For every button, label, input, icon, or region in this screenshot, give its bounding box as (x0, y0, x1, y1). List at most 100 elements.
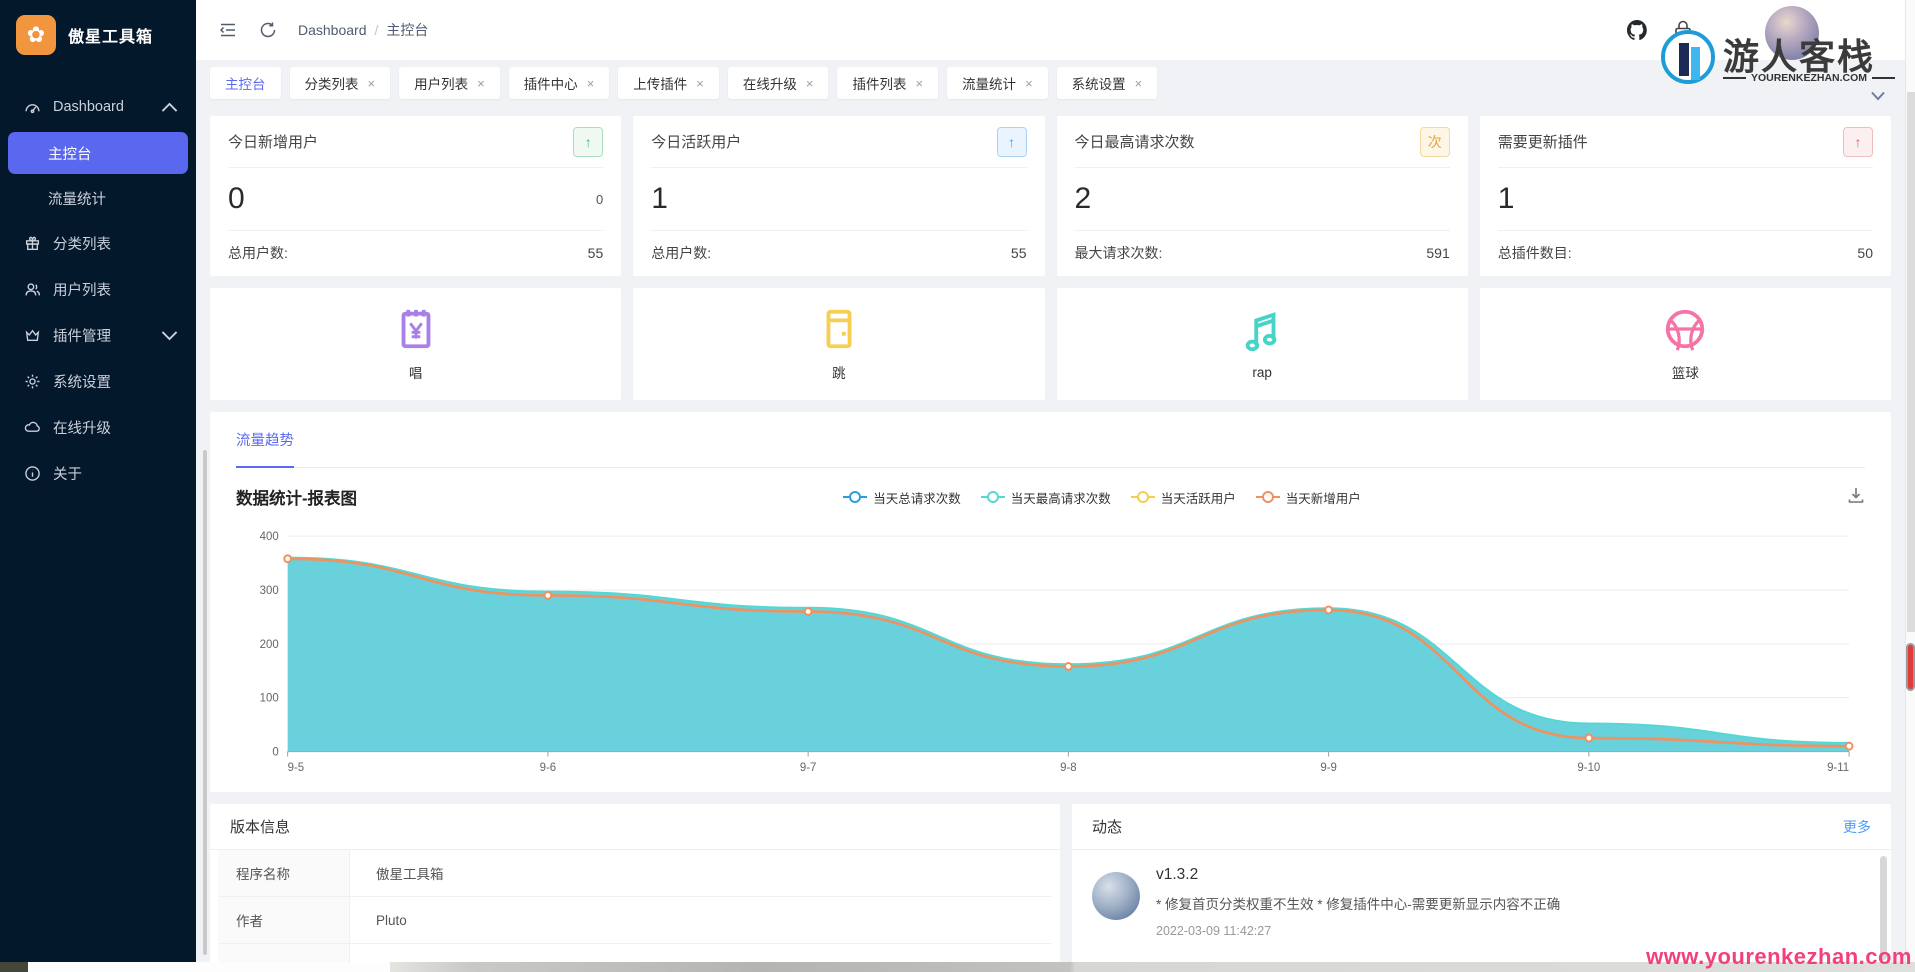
up-arrow-badge: ↑ (573, 126, 604, 157)
svg-text:100: 100 (260, 693, 279, 705)
tab-upload-plugin[interactable]: 上传插件 × (618, 67, 719, 99)
close-tab-icon[interactable]: × (477, 76, 485, 91)
music-note-icon (1245, 311, 1277, 351)
legend-new-users[interactable]: 当天新增用户 (1255, 488, 1361, 507)
up-arrow-badge: ↑ (1843, 126, 1873, 157)
legend-active-users[interactable]: 当天活跃用户 (1130, 488, 1236, 507)
breadcrumb-root[interactable]: Dashboard (298, 22, 367, 38)
chevron-up-icon (161, 102, 178, 112)
close-tab-icon[interactable]: × (696, 76, 704, 91)
tab-traffic-stats[interactable]: 流量统计 × (947, 67, 1048, 99)
close-tab-icon[interactable]: × (587, 76, 595, 91)
tabstrip: 主控台 分类列表 × 用户列表 × 插件中心 × 上传插件 × 在线升级 × 插件列表 × … (196, 60, 1905, 106)
close-tab-icon[interactable]: × (915, 76, 923, 91)
stat-value: 2 (1074, 182, 1092, 215)
sidebar-nav: Dashboard 主控台 流量统计 分类列表 用户列表 插件管理 系统设置 在… (0, 84, 196, 496)
close-tab-icon[interactable]: × (1025, 76, 1033, 91)
svg-text:200: 200 (260, 639, 279, 651)
scrollbar-red-marker (1906, 643, 1915, 691)
collapse-sidebar-icon[interactable] (218, 20, 238, 40)
chart-title: 数据统计-报表图 (236, 490, 357, 508)
close-tab-icon[interactable]: × (806, 76, 814, 91)
version-table: 程序名称 傲星工具箱 作者 Pluto (218, 850, 1052, 964)
table-row: 作者 Pluto (218, 897, 1052, 944)
legend-total-requests[interactable]: 当天总请求次数 (843, 488, 961, 507)
breadcrumb: Dashboard / 主控台 (298, 22, 429, 38)
svg-text:300: 300 (260, 585, 279, 597)
sidebar-item-upgrade[interactable]: 在线升级 (0, 404, 196, 450)
sidebar-item-settings[interactable]: 系统设置 (0, 358, 196, 404)
tab-plugin-list[interactable]: 插件列表 × (837, 67, 939, 99)
svg-text:9-5: 9-5 (288, 762, 305, 774)
basketball-icon (1666, 309, 1705, 351)
svg-text:9-11: 9-11 (1827, 762, 1849, 774)
app-logo-icon: ✿ (16, 15, 56, 55)
stat-title: 需要更新插件 (1497, 134, 1588, 151)
site-watermark: 游人客栈 YOURENKEZHAN.COM (1661, 6, 1897, 102)
unit-badge: 次 (1419, 126, 1450, 157)
chart-legend: 当天总请求次数 当天最高请求次数 当天活跃用户 当天新增用户 (357, 488, 1847, 507)
sidebar-item-dashboard[interactable]: Dashboard (0, 84, 196, 130)
feature-card-basketball[interactable]: 篮球 (1479, 288, 1891, 400)
watermark-site-domain: YOURENKEZHAN.COM (1723, 72, 1895, 84)
app-logo[interactable]: ✿ 傲星工具箱 (0, 0, 196, 70)
watermark-url: www.yourenkezhan.com (1646, 944, 1912, 969)
tab-system-settings[interactable]: 系统设置 × (1056, 67, 1158, 99)
stat-sub-value: 0 (596, 191, 604, 207)
crown-icon (25, 329, 40, 341)
refresh-icon[interactable] (258, 20, 278, 40)
content-scrollbar[interactable] (203, 450, 207, 955)
sidebar-item-plugins[interactable]: 插件管理 (0, 312, 196, 358)
tab-categories[interactable]: 分类列表 × (289, 67, 391, 99)
feature-label: rap (1252, 364, 1272, 380)
sidebar-item-about[interactable]: 关于 (0, 450, 196, 496)
stat-title: 今日新增用户 (228, 134, 319, 151)
svg-text:0: 0 (272, 746, 278, 758)
close-tab-icon[interactable]: × (1135, 76, 1143, 91)
feature-label: 篮球 (1671, 366, 1699, 381)
activity-description: * 修复首页分类权重不生效 * 修复插件中心-需要更新显示内容不正确 (1156, 897, 1561, 912)
sidebar-item-console[interactable]: 主控台 (8, 132, 188, 174)
feature-card-jump[interactable]: 跳 (633, 288, 1045, 400)
tab-console[interactable]: 主控台 (210, 67, 281, 99)
panel-title: 动态 (1092, 819, 1123, 836)
topbar: Dashboard / 主控台 (196, 0, 1905, 60)
content: 今日新增用户 ↑ 0 0 总用户数: 55 今日活跃用户 ↑ 1 总用户数: 55 … (196, 106, 1905, 972)
cloud-icon (24, 421, 40, 432)
chevron-down-icon[interactable] (1871, 88, 1885, 106)
stat-value: 1 (651, 182, 668, 215)
legend-max-requests[interactable]: 当天最高请求次数 (980, 488, 1111, 507)
dashboard-gauge-icon (25, 103, 40, 113)
download-icon[interactable] (1847, 486, 1865, 509)
tab-plugin-center[interactable]: 插件中心 × (508, 67, 610, 99)
table-row (218, 944, 1052, 964)
feature-label: 唱 (408, 366, 423, 381)
sidebar-item-categories[interactable]: 分类列表 (0, 220, 196, 266)
table-row: 程序名称 傲星工具箱 (218, 850, 1052, 897)
card-machine-icon (826, 309, 852, 349)
version-info-panel: 版本信息 程序名称 傲星工具箱 作者 Pluto (210, 804, 1060, 972)
chevron-down-icon (161, 330, 178, 340)
panel-title: 版本信息 (230, 819, 291, 836)
svg-text:9-8: 9-8 (1060, 762, 1077, 774)
tab-users[interactable]: 用户列表 × (399, 67, 500, 99)
feature-card-sing[interactable]: 唱 (210, 288, 622, 400)
dashboard-screen: ✿ 傲星工具箱 Dashboard 主控台 流量统计 分类列表 用户列表 插件管… (0, 0, 1915, 972)
feature-label: 跳 (832, 366, 846, 381)
github-icon[interactable] (1625, 18, 1649, 47)
tab-online-upgrade[interactable]: 在线升级 × (727, 67, 829, 99)
up-arrow-badge: ↑ (996, 126, 1027, 157)
stat-card-max-requests: 今日最高请求次数 次 2 最大请求次数: 591 (1056, 116, 1468, 276)
stat-card-plugins-to-update: 需要更新插件 ↑ 1 总插件数目: 50 (1479, 116, 1891, 276)
activity-timestamp: 2022-03-09 11:42:27 (1156, 924, 1272, 938)
page-scrollbar[interactable] (1905, 0, 1915, 962)
close-tab-icon[interactable]: × (368, 76, 376, 91)
tab-traffic-trend[interactable]: 流量趋势 (236, 412, 294, 468)
more-link[interactable]: 更多 (1843, 817, 1871, 837)
sidebar-item-users[interactable]: 用户列表 (0, 266, 196, 312)
sidebar-item-traffic-stats[interactable]: 流量统计 (0, 176, 196, 220)
svg-text:9-10: 9-10 (1577, 762, 1600, 774)
scrollbar-thumb[interactable] (1907, 92, 1915, 632)
feature-card-rap[interactable]: rap (1056, 288, 1468, 400)
svg-text:9-9: 9-9 (1320, 762, 1337, 774)
